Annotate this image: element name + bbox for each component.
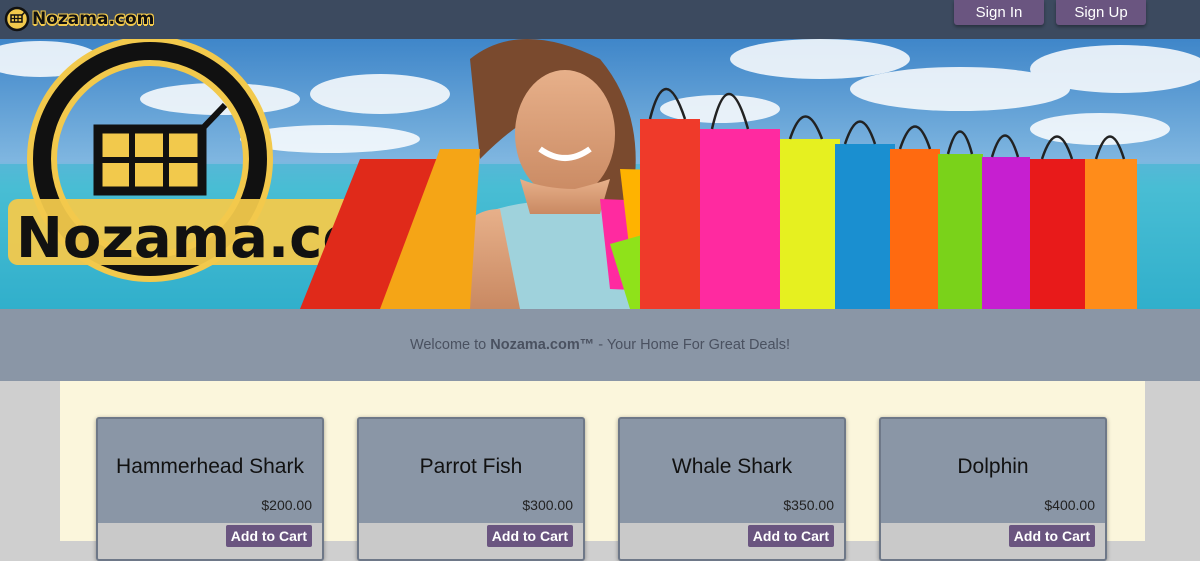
product-grid: Hammerhead Shark $200.00 Add to Cart Par… xyxy=(60,381,1145,561)
product-card: Dolphin $400.00 Add to Cart xyxy=(879,417,1107,561)
product-price: $350.00 xyxy=(783,497,834,513)
sign-in-button[interactable]: Sign In xyxy=(954,0,1044,25)
add-to-cart-button[interactable]: Add to Cart xyxy=(1008,525,1095,547)
hero-image: Nozama.com xyxy=(0,39,1200,309)
add-to-cart-button[interactable]: Add to Cart xyxy=(747,525,834,547)
product-name: Dolphin xyxy=(957,455,1029,478)
product-card: Hammerhead Shark $200.00 Add to Cart xyxy=(96,417,324,561)
product-price: $400.00 xyxy=(1044,497,1095,513)
product-card: Parrot Fish $300.00 Add to Cart xyxy=(357,417,585,561)
welcome-suffix: - Your Home For Great Deals! xyxy=(594,337,791,353)
add-to-cart-button[interactable]: Add to Cart xyxy=(225,525,312,547)
hero-banner: Nozama.com xyxy=(0,39,1200,309)
product-name: Hammerhead Shark xyxy=(116,455,304,478)
brand-logo[interactable]: Nozama.com xyxy=(4,5,154,33)
product-price: $200.00 xyxy=(261,497,312,513)
product-price: $300.00 xyxy=(522,497,573,513)
sign-up-button[interactable]: Sign Up xyxy=(1056,0,1146,25)
top-navbar: Nozama.com Sign In Sign Up xyxy=(0,0,1200,39)
add-to-cart-button[interactable]: Add to Cart xyxy=(486,525,573,547)
product-name: Whale Shark xyxy=(671,455,793,478)
welcome-prefix: Welcome to xyxy=(409,337,491,353)
welcome-banner: Welcome to Nozama.com™ - Your Home For G… xyxy=(0,309,1200,381)
product-card: Whale Shark $350.00 Add to Cart xyxy=(618,417,846,561)
brand-name: Nozama.com xyxy=(32,9,155,29)
product-name: Parrot Fish xyxy=(419,455,523,478)
cart-logo-icon xyxy=(4,6,30,32)
welcome-brand: Nozama.com™ xyxy=(490,337,595,353)
